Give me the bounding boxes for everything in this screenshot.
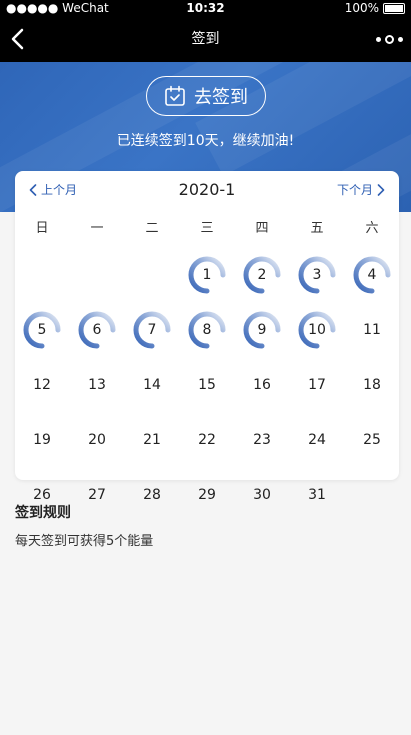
- calendar-card: 上个月 2020-1 下个月 日一二三四五六 1 2 3 4 5 6 7 8 9 10 11 12 13…: [15, 171, 399, 503]
- day-number: 4: [367, 267, 377, 283]
- calendar-day[interactable]: 16: [240, 363, 284, 407]
- sign-rules: 签到规则 每天签到可获得5个能量: [15, 502, 395, 549]
- calendar-day[interactable]: 3: [295, 253, 339, 297]
- calendar-day[interactable]: 14: [130, 363, 174, 407]
- day-number: 23: [253, 432, 271, 448]
- calendar-day[interactable]: 24: [295, 418, 339, 462]
- calendar-day[interactable]: 1: [185, 253, 229, 297]
- calendar-day[interactable]: 7: [130, 308, 174, 352]
- next-month-button[interactable]: 下个月: [337, 171, 385, 209]
- sign-in-button[interactable]: 去签到: [146, 76, 266, 116]
- day-number: 1: [202, 267, 212, 283]
- calendar-day[interactable]: 13: [75, 363, 119, 407]
- calendar-day[interactable]: 12: [20, 363, 64, 407]
- calendar-day[interactable]: 11: [350, 308, 394, 352]
- weekday-label: 三: [200, 221, 214, 236]
- day-number: 12: [33, 377, 51, 393]
- day-number: 13: [88, 377, 106, 393]
- calendar-day[interactable]: 21: [130, 418, 174, 462]
- calendar-day[interactable]: 23: [240, 418, 284, 462]
- day-number: 11: [363, 322, 381, 338]
- day-number: 16: [253, 377, 271, 393]
- next-month-label: 下个月: [336, 183, 373, 197]
- calendar-day[interactable]: 9: [240, 308, 284, 352]
- day-number: 14: [143, 377, 161, 393]
- battery-icon: [383, 2, 405, 14]
- battery-indicator: 100%: [345, 0, 405, 16]
- weekday-row: 日一二三四五六: [15, 216, 399, 242]
- day-number: 5: [37, 322, 47, 338]
- day-number: 20: [88, 432, 106, 448]
- calendar-day[interactable]: 15: [185, 363, 229, 407]
- day-number: 6: [92, 322, 102, 338]
- weekday-label: 日: [35, 221, 49, 236]
- status-bar: ●●●●● WeChat 10:32 100%: [0, 0, 411, 16]
- calendar-day[interactable]: 20: [75, 418, 119, 462]
- calendar-day[interactable]: 10: [295, 308, 339, 352]
- day-number: 22: [198, 432, 216, 448]
- calendar-header: 上个月 2020-1 下个月: [15, 171, 399, 211]
- calendar-day[interactable]: 17: [295, 363, 339, 407]
- calendar-day[interactable]: 22: [185, 418, 229, 462]
- weekday-label: 五: [310, 221, 324, 236]
- calendar-day[interactable]: 5: [20, 308, 64, 352]
- day-number: 19: [33, 432, 51, 448]
- calendar-day[interactable]: 18: [350, 363, 394, 407]
- streak-text: 已连续签到10天，继续加油!: [116, 133, 295, 149]
- day-number: 7: [147, 322, 157, 338]
- calendar-day[interactable]: 25: [350, 418, 394, 462]
- calendar-day[interactable]: 6: [75, 308, 119, 352]
- calendar-check-icon: [165, 85, 185, 106]
- weekday-label: 二: [145, 221, 159, 236]
- day-number: 17: [308, 377, 326, 393]
- calendar-day[interactable]: 19: [20, 418, 64, 462]
- page-title: 签到: [191, 31, 220, 47]
- day-number: 15: [198, 377, 216, 393]
- weekday-label: 四: [255, 221, 269, 236]
- nav-bar: 签到: [0, 16, 411, 62]
- battery-percent: 100%: [344, 1, 379, 15]
- day-number: 25: [363, 432, 381, 448]
- day-number: 2: [257, 267, 267, 283]
- day-number: 21: [143, 432, 161, 448]
- weekday-label: 一: [90, 221, 104, 236]
- day-number: 8: [202, 322, 212, 338]
- day-number: 10: [308, 322, 326, 338]
- day-number: 3: [312, 267, 322, 283]
- day-number: 18: [363, 377, 381, 393]
- chevron-right-icon: [377, 184, 385, 196]
- rules-title: 签到规则: [15, 505, 71, 521]
- day-number: 9: [257, 322, 267, 338]
- weekday-label: 六: [365, 221, 379, 236]
- rules-text: 每天签到可获得5个能量: [15, 534, 154, 549]
- sign-in-label: 去签到: [194, 87, 248, 108]
- calendar-day[interactable]: 2: [240, 253, 284, 297]
- more-menu-icon[interactable]: [376, 33, 403, 45]
- day-number: 24: [308, 432, 326, 448]
- calendar-day[interactable]: 4: [350, 253, 394, 297]
- calendar-day[interactable]: 8: [185, 308, 229, 352]
